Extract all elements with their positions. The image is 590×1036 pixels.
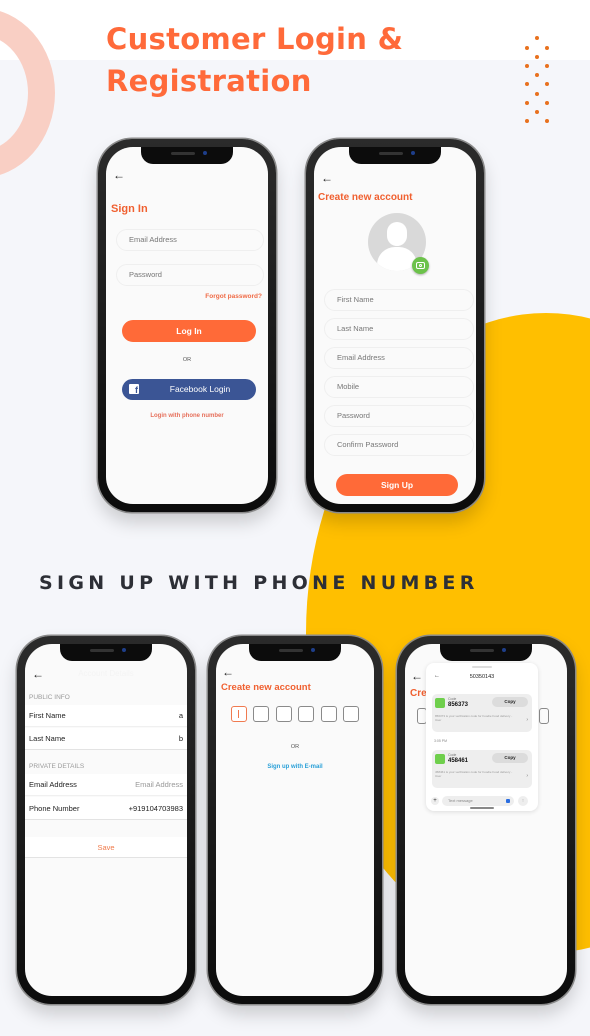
account-details-screen: ← Account Details PUBLIC INFO First Name… <box>25 644 187 996</box>
phone-number-label: Phone Number <box>29 803 80 813</box>
phone-number-value: +919104703983 <box>128 803 183 813</box>
otp-digit-1[interactable] <box>231 706 247 722</box>
signin-title: Sign In <box>111 203 148 215</box>
or-divider: OR <box>182 357 192 363</box>
copy-button[interactable]: Copy <box>492 697 528 707</box>
facebook-login-button[interactable]: f Facebook Login <box>122 379 256 400</box>
mobile-input[interactable]: Mobile <box>324 376 474 398</box>
sms-message-2[interactable]: Code 458461 Copy 458461 is your verifica… <box>432 750 532 788</box>
private-details-section: PRIVATE DETAILS <box>29 763 85 770</box>
account-details-title: Account Details <box>78 669 134 678</box>
sms-sheet: ← 50350143 Code 856373 Copy 856373 is yo… <box>426 663 538 811</box>
last-name-value: b <box>178 734 183 743</box>
phone-notch <box>60 644 152 661</box>
hero-title: Customer Login & Registration <box>106 18 403 102</box>
text-message-placeholder: Text message <box>448 798 473 803</box>
send-icon[interactable]: ↑ <box>518 796 528 806</box>
or-divider: OR <box>290 744 300 750</box>
email-value: Email Address <box>135 780 183 789</box>
first-name-value: a <box>178 711 183 720</box>
email-row[interactable]: Email Address Email Address <box>25 774 187 796</box>
sms-timestamp: 3:05 PM <box>434 739 448 743</box>
register-screen: ← Create new account First Name Last Nam… <box>314 147 476 504</box>
otp-digit-5[interactable] <box>321 706 337 722</box>
otp-digit-6[interactable] <box>343 706 359 722</box>
save-label: Save <box>97 842 115 852</box>
back-arrow-icon[interactable]: ← <box>113 169 125 181</box>
code-icon <box>435 698 445 708</box>
last-name-row[interactable]: Last Name b <box>25 728 187 750</box>
signup-button[interactable]: Sign Up <box>336 474 458 496</box>
chevron-right-icon: › <box>526 717 528 723</box>
user-silhouette-icon <box>387 222 407 246</box>
first-name-row[interactable]: First Name a <box>25 705 187 727</box>
phone-number-row[interactable]: Phone Number +919104703983 <box>25 797 187 820</box>
email-input[interactable]: Email Address <box>116 229 264 251</box>
otp-digit-4[interactable] <box>298 706 314 722</box>
signin-screen: ← Sign In Email Address Password Forgot … <box>106 147 268 504</box>
back-arrow-icon[interactable]: ← <box>222 666 234 678</box>
email-signup-link[interactable]: Sign up with E-mail <box>216 764 374 770</box>
first-name-label: First Name <box>29 711 66 720</box>
email-label: Email Address <box>29 780 77 789</box>
sms-body: 458461 is your verification code for Foo… <box>435 770 513 778</box>
hero-title-line1: Customer Login & <box>106 22 404 56</box>
sheet-handle[interactable] <box>472 666 492 668</box>
code-value: 458461 <box>448 758 469 764</box>
code-label: Code <box>448 753 457 757</box>
otp-digit-2[interactable] <box>253 706 269 722</box>
last-name-input[interactable]: Last Name <box>324 318 474 340</box>
password-input[interactable]: Password <box>324 405 474 427</box>
login-button[interactable]: Log In <box>122 320 256 342</box>
email-input[interactable]: Email Address <box>324 347 474 369</box>
chevron-right-icon: › <box>526 773 528 779</box>
sms-body: 856373 is your verification code for Foo… <box>435 714 513 722</box>
otp-box-right <box>539 708 549 724</box>
sms-sender: 50350143 <box>469 674 495 680</box>
back-arrow-icon[interactable]: ← <box>411 670 423 682</box>
hero-title-line2: Registration <box>106 64 312 98</box>
phone-sms: ← Crea ← 50350143 Code 856373 Copy 85637… <box>397 636 575 1004</box>
section-title: SIGN UP WITH PHONE NUMBER <box>39 572 479 594</box>
otp-screen: ← Create new account OR Sign up with E-m… <box>216 644 374 996</box>
sim-icon <box>506 799 510 803</box>
phone-register: ← Create new account First Name Last Nam… <box>306 139 484 512</box>
add-attachment-icon[interactable]: + <box>431 797 439 805</box>
phone-signin: ← Sign In Email Address Password Forgot … <box>98 139 276 512</box>
confirm-password-input[interactable]: Confirm Password <box>324 434 474 456</box>
back-arrow-icon[interactable]: ← <box>321 172 333 184</box>
text-message-input[interactable]: Text message <box>442 796 514 806</box>
camera-icon[interactable] <box>412 257 429 274</box>
code-icon <box>435 754 445 764</box>
facebook-login-label: Facebook Login <box>169 384 231 394</box>
home-indicator <box>470 807 494 809</box>
facebook-icon: f <box>129 384 139 395</box>
phone-notch <box>440 644 532 661</box>
copy-button[interactable]: Copy <box>492 753 528 763</box>
otp-title: Create new account <box>221 682 311 693</box>
phone-login-link[interactable]: Login with phone number <box>106 413 268 419</box>
register-title: Create new account <box>318 192 413 203</box>
forgot-password-link[interactable]: Forgot password? <box>205 293 262 300</box>
code-label: Code <box>448 697 457 701</box>
phone-notch <box>349 147 441 164</box>
phone-notch <box>141 147 233 164</box>
sms-screen: ← Crea ← 50350143 Code 856373 Copy 85637… <box>405 644 567 996</box>
first-name-input[interactable]: First Name <box>324 289 474 311</box>
phone-notch <box>249 644 341 661</box>
password-input[interactable]: Password <box>116 264 264 286</box>
code-value: 856373 <box>448 702 469 708</box>
sms-message-1[interactable]: Code 856373 Copy 856373 is your verifica… <box>432 694 532 732</box>
decorative-dots <box>522 36 552 131</box>
phone-otp: ← Create new account OR Sign up with E-m… <box>208 636 382 1004</box>
phone-account-details: ← Account Details PUBLIC INFO First Name… <box>17 636 195 1004</box>
save-button[interactable]: Save <box>25 837 187 858</box>
otp-digit-3[interactable] <box>276 706 292 722</box>
public-info-section: PUBLIC INFO <box>29 694 70 701</box>
last-name-label: Last Name <box>29 734 66 743</box>
